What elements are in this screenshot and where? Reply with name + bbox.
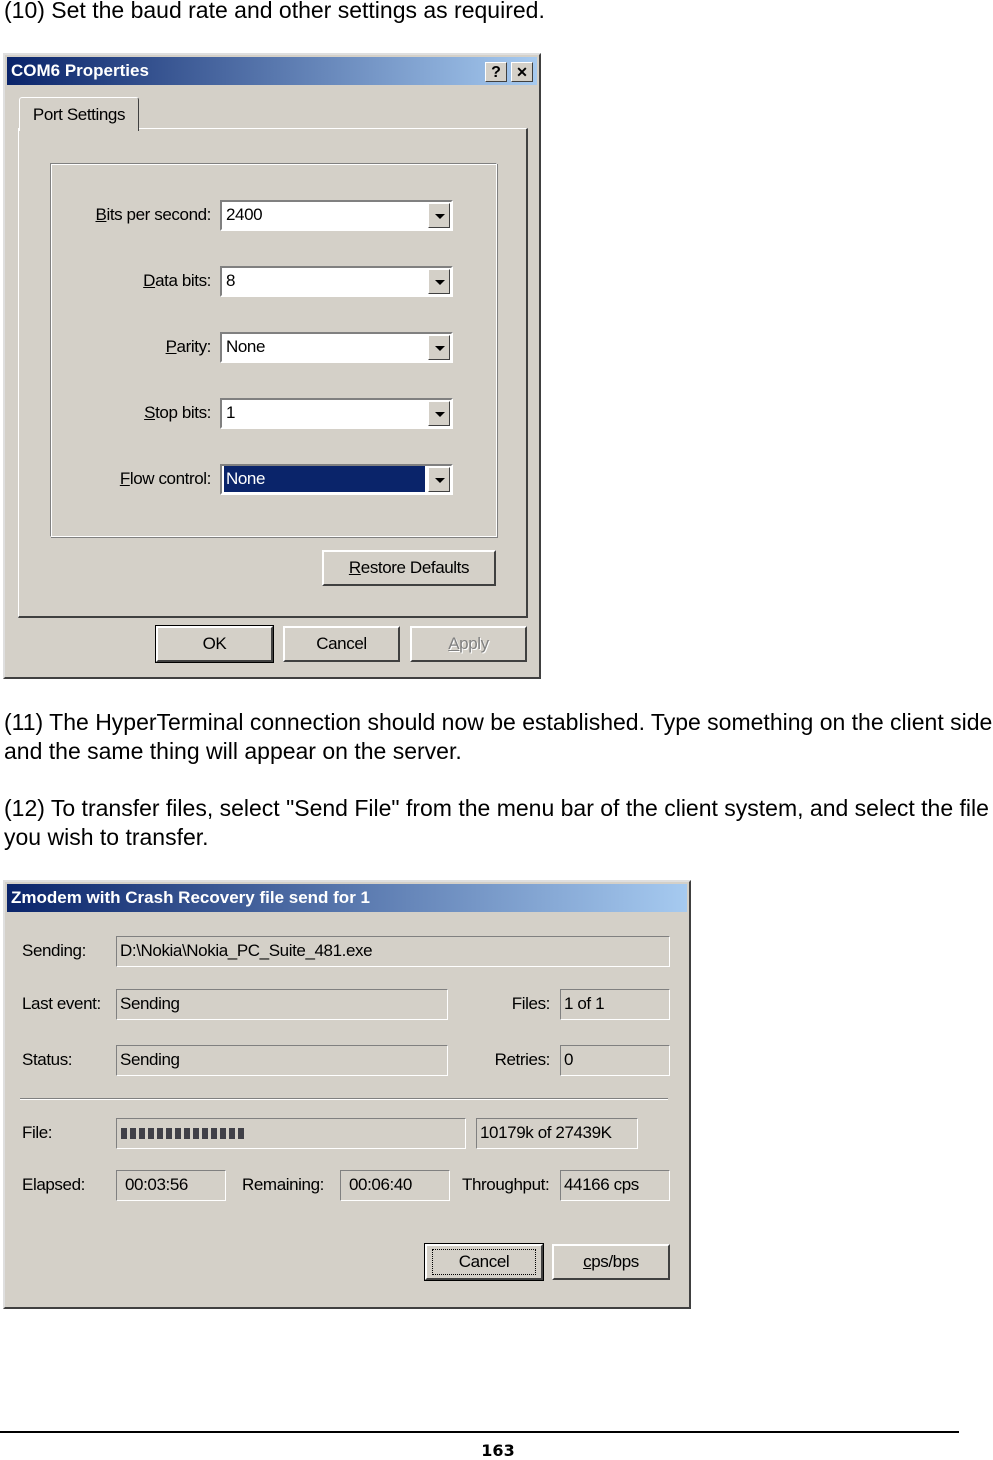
file-count-field: 10179k of 27439K xyxy=(476,1118,638,1149)
stop-bits-label: Stop bits: xyxy=(144,403,211,422)
zmodem-send-dialog: Zmodem with Crash Recovery file send for… xyxy=(3,880,691,1309)
throughput-field: 44166 cps xyxy=(560,1170,670,1201)
bits-per-second-label: Bits per second: xyxy=(95,205,211,224)
dialog-title: Zmodem with Crash Recovery file send for… xyxy=(11,888,370,907)
chevron-down-icon[interactable] xyxy=(428,203,450,228)
data-bits-label: Data bits: xyxy=(143,271,211,290)
flow-control-select[interactable]: None xyxy=(220,464,453,495)
throughput-label: Throughput: xyxy=(462,1175,550,1194)
sending-field: D:\Nokia\Nokia_PC_Suite_481.exe xyxy=(116,936,670,967)
page-number: 163 xyxy=(481,1441,515,1460)
parity-label: Parity: xyxy=(165,337,212,356)
restore-defaults-button[interactable]: Restore Defaults xyxy=(322,550,496,586)
data-bits-value: 8 xyxy=(226,271,236,290)
bits-per-second-select[interactable]: 2400 xyxy=(220,200,453,231)
step-11-text: (11) The HyperTerminal connection should… xyxy=(4,709,993,764)
progress-fill xyxy=(121,1128,247,1139)
data-bits-select[interactable]: 8 xyxy=(220,266,453,297)
flow-control-label: Flow control: xyxy=(119,469,212,488)
close-button[interactable]: ✕ xyxy=(511,62,533,82)
sending-label: Sending: xyxy=(22,941,86,960)
parity-select[interactable]: None xyxy=(220,332,453,363)
chevron-down-icon[interactable] xyxy=(428,269,450,294)
file-label: File: xyxy=(22,1123,53,1142)
remaining-field: 00:06:40 xyxy=(340,1170,450,1201)
elapsed-label: Elapsed: xyxy=(22,1175,85,1194)
last-event-label: Last event: xyxy=(22,994,101,1013)
files-label: Files: xyxy=(511,994,551,1013)
retries-label: Retries: xyxy=(494,1050,551,1069)
flow-control-value: None xyxy=(224,466,425,492)
last-event-field: Sending xyxy=(116,989,448,1020)
stop-bits-select[interactable]: 1 xyxy=(220,398,453,429)
bits-per-second-value: 2400 xyxy=(226,205,263,224)
footer-rule xyxy=(0,1431,959,1433)
dialog-title: COM6 Properties xyxy=(11,61,149,80)
help-button[interactable]: ? xyxy=(485,62,507,82)
cancel-transfer-button[interactable]: Cancel xyxy=(424,1243,544,1281)
retries-field: 0 xyxy=(560,1045,670,1076)
ok-button[interactable]: OK xyxy=(155,625,274,663)
files-field: 1 of 1 xyxy=(560,989,670,1020)
remaining-label: Remaining: xyxy=(242,1175,324,1194)
chevron-down-icon[interactable] xyxy=(428,335,450,360)
stop-bits-value: 1 xyxy=(226,403,236,422)
elapsed-field: 00:03:56 xyxy=(116,1170,226,1201)
cancel-button[interactable]: Cancel xyxy=(283,626,400,662)
step-12-text: (12) To transfer files, select "Send Fil… xyxy=(4,795,989,850)
apply-button[interactable]: Apply xyxy=(410,626,527,662)
parity-value: None xyxy=(226,337,266,356)
separator xyxy=(20,1098,668,1100)
status-field: Sending xyxy=(116,1045,448,1076)
file-progress-bar xyxy=(116,1118,466,1149)
cps-bps-button[interactable]: cps/bps xyxy=(552,1244,670,1280)
chevron-down-icon[interactable] xyxy=(428,467,450,492)
title-bar: Zmodem with Crash Recovery file send for… xyxy=(7,884,687,912)
status-label: Status: xyxy=(22,1050,73,1069)
chevron-down-icon[interactable] xyxy=(428,401,450,426)
title-bar: COM6 Properties ? ✕ xyxy=(7,57,537,85)
tab-port-settings[interactable]: Port Settings xyxy=(19,97,139,131)
com6-properties-dialog: COM6 Properties ? ✕ Port Settings Bits p… xyxy=(3,53,541,679)
step-10-text: (10) Set the baud rate and other setting… xyxy=(4,0,545,23)
